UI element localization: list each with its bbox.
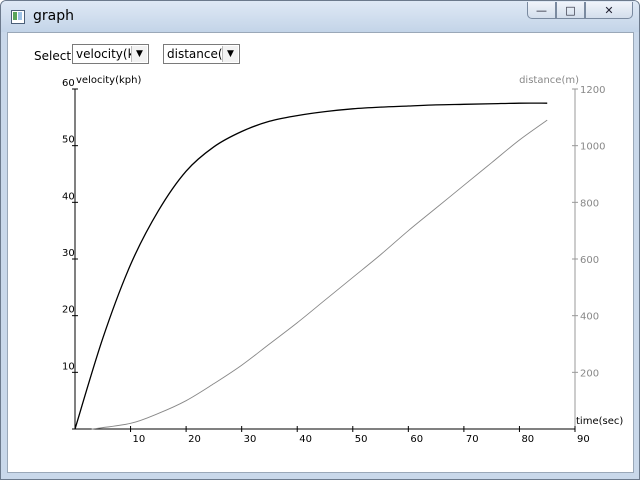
y-axis-label: velocity(kph) xyxy=(76,75,141,86)
y-tick-label: 50 xyxy=(62,135,75,146)
y2-tick-label: 600 xyxy=(580,255,599,266)
client-area: Select velocity(kph) ▼ distance(m) ▼ 102… xyxy=(7,32,634,473)
y-tick-label: 60 xyxy=(62,78,75,89)
title-bar[interactable]: graph — □ ✕ xyxy=(1,1,639,32)
window-title: graph xyxy=(33,8,74,24)
x-tick-label: 20 xyxy=(188,434,201,445)
close-icon: ✕ xyxy=(604,3,614,17)
x-tick-label: 60 xyxy=(410,434,423,445)
x-tick-label: 70 xyxy=(466,434,479,445)
distance-series-line xyxy=(91,119,548,430)
minimize-button[interactable]: — xyxy=(527,2,556,19)
y2-tick-label: 1200 xyxy=(580,85,605,96)
chart-series xyxy=(74,102,548,430)
x-tick-label: 90 xyxy=(577,434,590,445)
y-tick-label: 20 xyxy=(62,305,75,316)
close-button[interactable]: ✕ xyxy=(585,2,633,19)
y2-tick-label: 200 xyxy=(580,368,599,379)
maximize-button[interactable]: □ xyxy=(556,2,585,19)
y-tick-label: 40 xyxy=(62,191,75,202)
x-tick-label: 40 xyxy=(299,434,312,445)
chart-axes: 10 20 30 40 50 60 200 400 600 800 1000 1200 10 20 30 40… xyxy=(62,78,605,445)
x-tick-label: 30 xyxy=(244,434,257,445)
maximize-icon: □ xyxy=(565,3,576,17)
velocity-series-line xyxy=(74,102,548,430)
x-axis-label: time(sec) xyxy=(576,416,623,427)
app-icon xyxy=(11,10,25,24)
y2-tick-label: 800 xyxy=(580,198,599,209)
x-tick-label: 50 xyxy=(355,434,368,445)
app-window: graph — □ ✕ Select velocity(kph) ▼ dista… xyxy=(0,0,640,480)
caption-buttons: — □ ✕ xyxy=(527,2,633,20)
minimize-icon: — xyxy=(536,3,547,17)
y2-tick-label: 400 xyxy=(580,312,599,323)
y-tick-label: 30 xyxy=(62,248,75,259)
y-tick-label: 10 xyxy=(62,361,75,372)
x-tick-label: 10 xyxy=(133,434,146,445)
x-tick-label: 80 xyxy=(521,434,534,445)
y2-axis-label: distance(m) xyxy=(519,75,579,86)
y2-tick-label: 1000 xyxy=(580,142,605,153)
graph-chart: 10 20 30 40 50 60 200 400 600 800 1000 1200 10 20 30 40… xyxy=(62,75,623,445)
